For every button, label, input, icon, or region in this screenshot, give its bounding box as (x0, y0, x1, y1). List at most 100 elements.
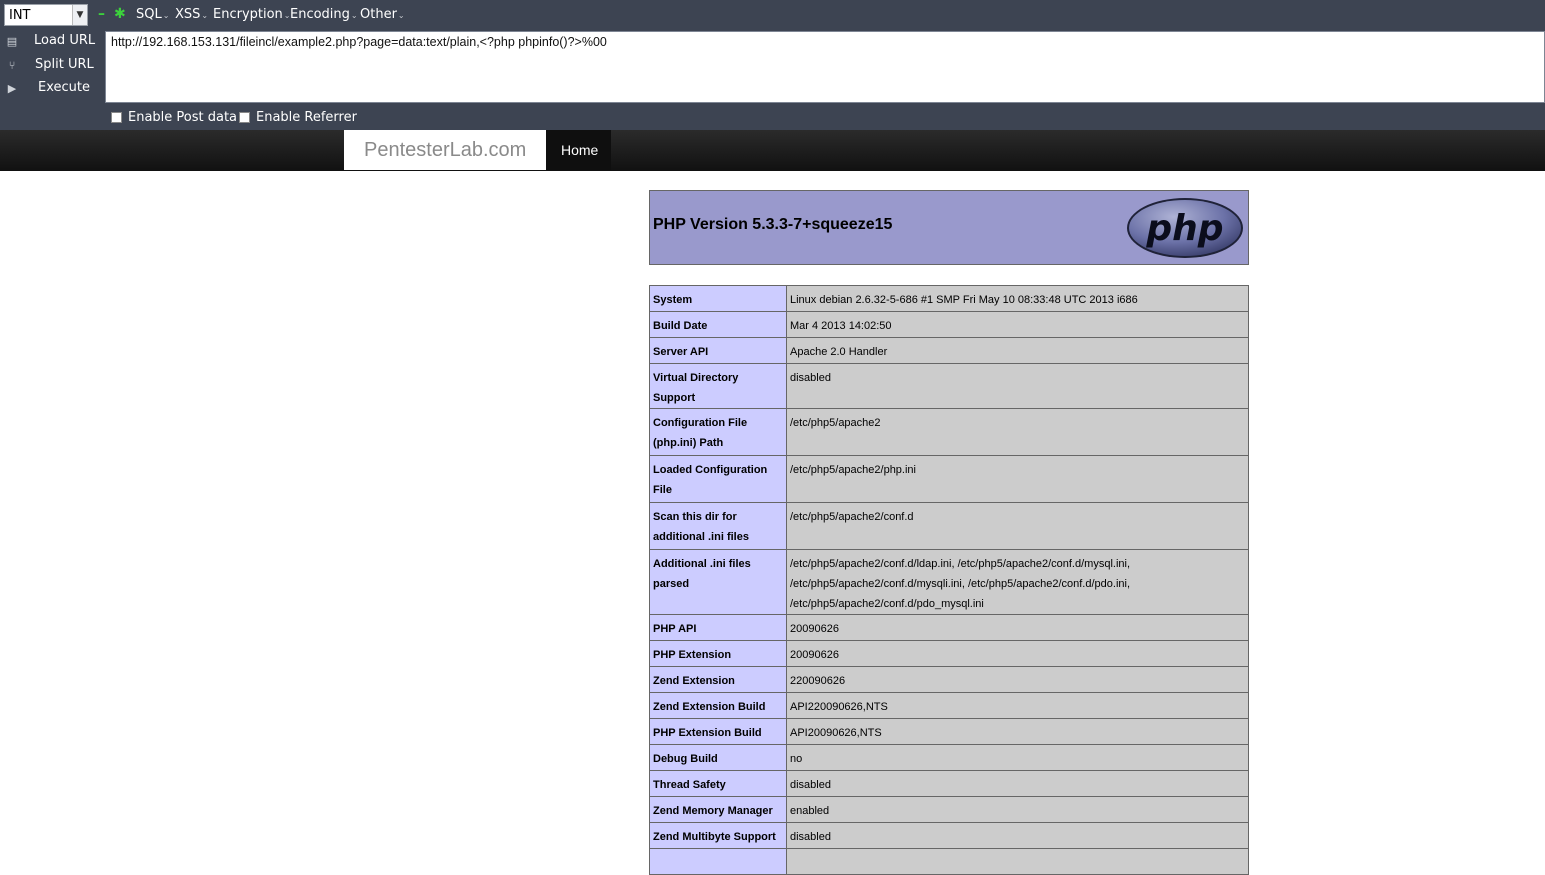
menu-other-label: Other (360, 7, 397, 22)
checkbox-box[interactable] (239, 112, 250, 123)
table-row: PHP Extension Build API20090626,NTS (649, 718, 1249, 745)
split-url-label: Split URL (35, 57, 94, 72)
menu-encryption[interactable]: Encryption⌄ (213, 7, 291, 22)
hackbar-toolbar: INT ▼ – ✱ SQL⌄ XSS⌄ Encryption⌄ Encoding… (0, 0, 1545, 130)
site-navbar: PentesterLab.com Home (0, 130, 1545, 171)
row-value: /etc/php5/apache2/conf.d (786, 502, 1249, 550)
row-value: no (786, 744, 1249, 771)
row-key: Zend Memory Manager (649, 796, 787, 823)
split-icon: ⑂ (8, 59, 16, 72)
row-value: disabled (786, 363, 1249, 409)
row-value: /etc/php5/apache2/php.ini (786, 455, 1249, 503)
row-value: disabled (786, 770, 1249, 797)
table-row: Build Date Mar 4 2013 14:02:50 (649, 311, 1249, 338)
phpinfo-table: System Linux debian 2.6.32-5-686 #1 SMP F… (649, 285, 1249, 875)
row-key: Zend Multibyte Support (649, 822, 787, 849)
row-key: Build Date (649, 311, 787, 338)
enable-referrer-label: Enable Referrer (256, 110, 357, 125)
menu-sql[interactable]: SQL⌄ (136, 7, 169, 22)
row-key: Zend Extension Build (649, 692, 787, 719)
load-url-button[interactable]: ▤ Load URL (0, 32, 100, 54)
table-row: Loaded Configuration File/etc/php5/apach… (649, 455, 1249, 503)
row-value: API220090626,NTS (786, 692, 1249, 719)
row-value: /etc/php5/apache2/conf.d/ldap.ini, /etc/… (786, 549, 1249, 615)
row-value: Linux debian 2.6.32-5-686 #1 SMP Fri May… (786, 285, 1249, 312)
row-key: Virtual Directory Support (649, 363, 787, 409)
enable-post-label: Enable Post data (128, 110, 238, 125)
nav-home-label: Home (561, 142, 599, 158)
table-row: Debug Build no (649, 744, 1249, 771)
table-row: Zend Extension 220090626 (649, 666, 1249, 693)
table-row: Server API Apache 2.0 Handler (649, 337, 1249, 364)
row-key: Thread Safety (649, 770, 787, 797)
execute-label: Execute (38, 80, 90, 95)
chevron-down-icon: ▼ (72, 5, 87, 25)
play-icon: ▶ (7, 82, 17, 95)
menu-encoding-label: Encoding (290, 7, 350, 22)
hackbar-menu-bar: INT ▼ – ✱ SQL⌄ XSS⌄ Encryption⌄ Encoding… (0, 0, 1545, 31)
split-url-button[interactable]: ⑂ Split URL (0, 56, 100, 78)
row-key: PHP API (649, 614, 787, 641)
chevron-down-icon: ⌄ (162, 11, 170, 20)
row-value: enabled (786, 796, 1249, 823)
table-row: Zend Multibyte Support disabled (649, 822, 1249, 849)
brand-link[interactable]: PentesterLab.com (344, 130, 546, 170)
php-version-title: PHP Version 5.3.3-7+squeeze15 (653, 216, 893, 233)
row-key: Zend Extension (649, 666, 787, 693)
table-row: Scan this dir for additional .ini files /… (649, 502, 1249, 550)
checkbox-box[interactable] (111, 112, 122, 123)
type-select[interactable]: INT ▼ (4, 4, 88, 26)
brand-text: PentesterLab.com (364, 139, 527, 161)
table-row: PHP API 20090626 (649, 614, 1249, 641)
type-select-value: INT (9, 8, 31, 23)
table-row: Configuration File (php.ini) Path/etc/ph… (649, 408, 1249, 456)
table-row: Additional .ini files parsed/etc/php5/ap… (649, 549, 1249, 615)
table-row: Zend Extension Build API220090626,NTS (649, 692, 1249, 719)
table-row: System Linux debian 2.6.32-5-686 #1 SMP F… (649, 285, 1249, 312)
row-key (649, 848, 787, 875)
chevron-down-icon: ⌄ (350, 11, 358, 20)
phpinfo-header: PHP Version 5.3.3-7+squeeze15 php (649, 190, 1249, 265)
url-textarea[interactable]: http://192.168.153.131/fileincl/example2… (105, 31, 1545, 103)
menu-xss-label: XSS (175, 7, 201, 22)
row-value: Apache 2.0 Handler (786, 337, 1249, 364)
row-value: disabled (786, 822, 1249, 849)
table-row: Thread Safety disabled (649, 770, 1249, 797)
row-value: Mar 4 2013 14:02:50 (786, 311, 1249, 338)
row-value: /etc/php5/apache2 (786, 408, 1249, 456)
execute-button[interactable]: ▶ Execute (0, 79, 100, 101)
menu-other[interactable]: Other⌄ (360, 7, 405, 22)
row-key: Additional .ini files parsed (649, 549, 787, 615)
row-value: API20090626,NTS (786, 718, 1249, 745)
row-key: Configuration File (php.ini) Path (649, 408, 787, 456)
table-row: Zend Memory Manager enabled (649, 796, 1249, 823)
row-key: System (649, 285, 787, 312)
nav-home-link[interactable]: Home (546, 130, 611, 170)
php-logo-text: php (1145, 208, 1223, 249)
row-key: Debug Build (649, 744, 787, 771)
row-value: 20090626 (786, 640, 1249, 667)
row-key: Scan this dir for additional .ini files (649, 502, 787, 550)
row-value: 220090626 (786, 666, 1249, 693)
menu-xss[interactable]: XSS⌄ (175, 7, 208, 22)
url-text: http://192.168.153.131/fileincl/example2… (111, 35, 607, 49)
load-url-label: Load URL (34, 33, 96, 48)
menu-sql-label: SQL (136, 7, 162, 22)
menu-encryption-label: Encryption (213, 7, 283, 22)
php-logo-icon: php (1127, 198, 1243, 258)
row-key: Server API (649, 337, 787, 364)
row-value (786, 848, 1249, 875)
row-key: Loaded Configuration File (649, 455, 787, 503)
decrease-icon[interactable]: – (98, 6, 105, 22)
row-value: 20090626 (786, 614, 1249, 641)
menu-encoding[interactable]: Encoding⌄ (290, 7, 358, 22)
table-row: Virtual Directory Support disabled (649, 363, 1249, 409)
row-key: PHP Extension (649, 640, 787, 667)
table-row (649, 848, 1249, 875)
increase-icon[interactable]: ✱ (114, 6, 126, 22)
row-key: PHP Extension Build (649, 718, 787, 745)
chevron-down-icon: ⌄ (201, 11, 209, 20)
printer-icon: ▤ (6, 35, 18, 48)
table-row: PHP Extension 20090626 (649, 640, 1249, 667)
chevron-down-icon: ⌄ (397, 11, 405, 20)
